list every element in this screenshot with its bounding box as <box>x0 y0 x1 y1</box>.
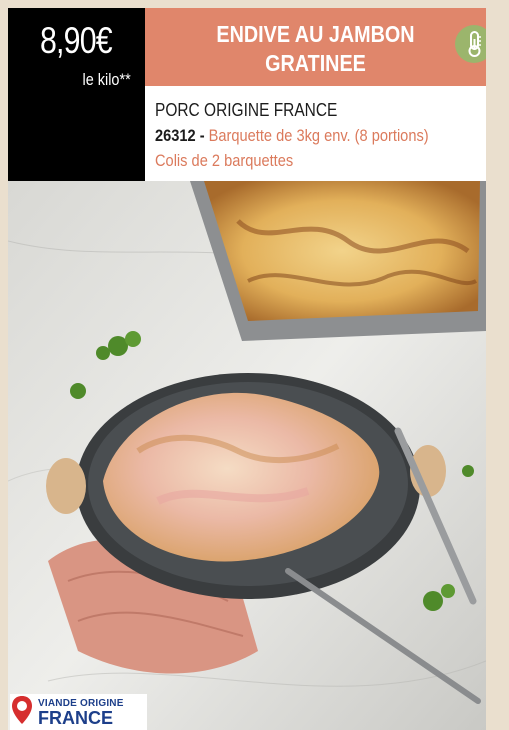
price-box: 8,90€ le kilo** <box>8 8 145 181</box>
product-photo <box>8 181 486 730</box>
package-info: Barquette de 3kg env. (8 portions) <box>208 126 429 145</box>
product-title-line2: GRATINEE <box>265 50 366 76</box>
badge-line2: FRANCE <box>38 707 113 728</box>
title-band: ENDIVE AU JAMBON GRATINEE <box>145 8 486 86</box>
price-amount: 8,90€ <box>40 20 113 61</box>
product-info: PORC ORIGINE FRANCE 26312 - Barquette de… <box>155 100 485 171</box>
product-card: 8,90€ le kilo** ENDIVE AU JAMBON GRATINE… <box>8 8 486 730</box>
location-pin-icon <box>10 695 34 730</box>
thermometer-icon <box>455 25 486 63</box>
colis-info: Colis de 2 barquettes <box>155 151 294 170</box>
reference-number: 26312 <box>155 126 196 145</box>
badge-line1: VIANDE ORIGINE <box>38 697 124 709</box>
product-title: ENDIVE AU JAMBON GRATINEE <box>169 20 462 78</box>
reference-separator: - <box>195 126 209 145</box>
price-unit: le kilo** <box>82 70 131 89</box>
badge-text: VIANDE ORIGINE FRANCE <box>38 698 124 727</box>
reference-line: 26312 - Barquette de 3kg env. (8 portion… <box>155 126 439 146</box>
meat-origin: PORC ORIGINE FRANCE <box>155 100 338 120</box>
viande-origine-badge: VIANDE ORIGINE FRANCE <box>10 694 147 730</box>
product-title-line1: ENDIVE AU JAMBON <box>216 21 415 47</box>
